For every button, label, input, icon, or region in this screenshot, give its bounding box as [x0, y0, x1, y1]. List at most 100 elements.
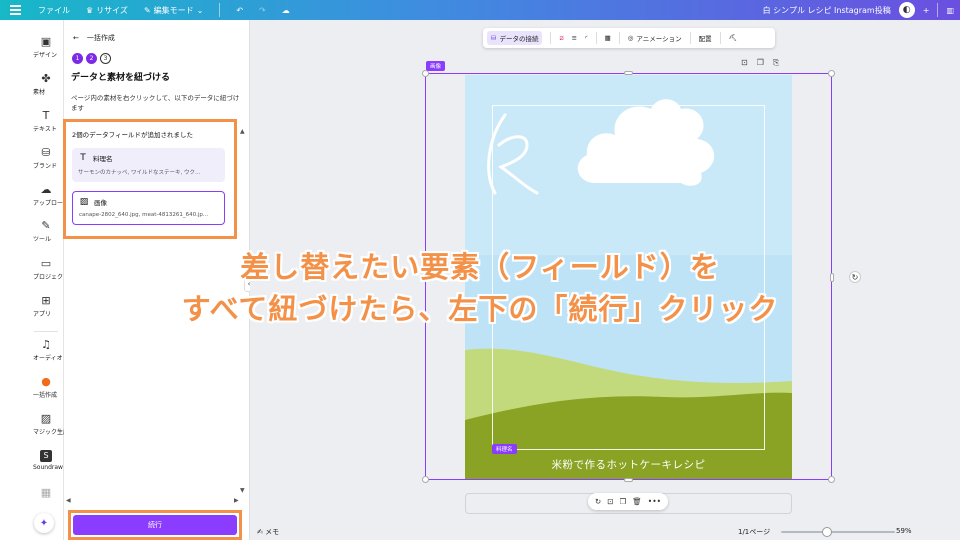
step-3: 3 [100, 53, 111, 64]
design-icon: ▣ [40, 35, 52, 48]
paint-roller-icon: ⛏ [728, 34, 737, 42]
rail-label: オーディオ [33, 355, 63, 362]
upload-icon: ☁ [40, 183, 52, 196]
refresh-icon[interactable]: ↻ [595, 497, 601, 506]
page-count[interactable]: 1/1ページ [738, 527, 770, 537]
rail-item-bulk-create[interactable]: ● 一括作成 [0, 376, 64, 400]
redo-button[interactable]: ↷ [259, 6, 266, 15]
add-collaborator-icon[interactable]: + [923, 6, 930, 15]
text-field-icon: T [80, 153, 86, 163]
bottom-bar: ✍ メモ 1/1ページ 59% [250, 522, 960, 540]
context-toolbar: ⛁ データの接続 ⧄ ≡ ◜ ▦ ◎ アニメーション 配置 ⛏ [483, 28, 775, 48]
rail-label: テキスト [33, 126, 57, 133]
scroll-up-arrow[interactable]: ▲ [240, 128, 245, 135]
resize-handle-tr[interactable] [828, 70, 835, 77]
rail-item-app[interactable]: ▦ [0, 487, 64, 501]
divider [719, 32, 721, 44]
frame-actions: ⊡ ❐ ⎘ [741, 58, 779, 68]
connect-data-button[interactable]: ⛁ データの接続 [487, 31, 543, 45]
copy-style-button[interactable]: ⛏ [729, 34, 737, 42]
magic-media-icon: ▨ [40, 412, 52, 425]
rail-label: 素材 [33, 89, 46, 96]
duplicate-icon[interactable]: ❐ [620, 497, 627, 506]
field-card-dish-name[interactable]: T 料理名 サーモンのカナッペ, ワイルドなステーキ, ウク... [72, 148, 225, 182]
rail-item-text[interactable]: T テキスト [0, 109, 64, 134]
soundraw-icon: S [40, 450, 52, 462]
cloud-save-icon[interactable]: ☁ [282, 6, 290, 15]
lock-icon[interactable]: ⊡ [741, 58, 748, 68]
notes-button[interactable]: ✍ メモ [257, 527, 279, 537]
rail-item-brand[interactable]: ⛁ ブランド [0, 146, 64, 171]
corner-rounding-button[interactable]: ◜ [585, 34, 588, 42]
scroll-down-arrow[interactable]: ▼ [240, 487, 245, 494]
lines-icon: ≡ [571, 34, 578, 42]
field-count-text: 2個のデータフィールドが追加されました [72, 131, 194, 139]
page-tools: ↻ ⊡ ❐ 🗑 ••• [588, 493, 668, 510]
transparency-button[interactable]: ▦ [605, 34, 611, 42]
resize-handle-bottom[interactable] [624, 478, 633, 482]
continue-button[interactable]: 続行 [73, 515, 237, 535]
divider [689, 32, 691, 44]
avatar[interactable]: ◐ [898, 2, 915, 18]
lock-icon[interactable]: ⊡ [607, 497, 613, 506]
scroll-right-arrow[interactable]: ▶ [234, 497, 239, 504]
divider [550, 32, 552, 44]
resize-icon: ♛ [86, 5, 94, 15]
field-card-image[interactable]: ▨ 画像 canape-2802_640.jpg, meat-4813261_64… [72, 191, 225, 225]
corner-icon: ◜ [585, 34, 588, 42]
panel-header: ← 一括作成 [73, 33, 115, 43]
file-menu[interactable]: ファイル [38, 5, 70, 16]
rail-item-soundraw[interactable]: S Soundraw [0, 450, 64, 471]
animate-label: アニメーション [636, 35, 682, 43]
scroll-left-arrow[interactable]: ◀ [66, 497, 71, 504]
rail-divider [34, 331, 58, 332]
image-field-icon: ▨ [79, 197, 89, 207]
animate-button[interactable]: ◎ アニメーション [628, 33, 682, 43]
pencil-icon: ✎ [143, 5, 151, 15]
position-button[interactable]: 配置 [699, 33, 712, 43]
tools-icon: ✎ [41, 219, 51, 232]
resize-handle-br[interactable] [828, 476, 835, 483]
resize-handle-bl[interactable] [422, 476, 429, 483]
duplicate-icon[interactable]: ❐ [757, 58, 764, 68]
back-arrow-icon[interactable]: ← [73, 34, 79, 42]
resize-button[interactable]: ♛ リサイズ [86, 5, 128, 16]
rail-item-elements[interactable]: ✤ 素材 [0, 72, 64, 97]
step-1: 1 [72, 53, 83, 64]
border-color-button[interactable]: ⧄ [559, 34, 563, 43]
trash-icon[interactable]: 🗑 [632, 497, 642, 506]
resize-handle-tl[interactable] [422, 70, 429, 77]
sparkle-icon: ✦ [39, 517, 49, 529]
field-sample: サーモンのカナッペ, ワイルドなステーキ, ウク... [78, 170, 201, 176]
add-page-icon[interactable]: ⎘ [773, 58, 779, 68]
divider [219, 3, 221, 17]
database-icon: ⛁ [491, 34, 497, 42]
field-sample: canape-2802_640.jpg, meat-4813261_640.jp… [79, 212, 209, 218]
undo-button[interactable]: ↶ [236, 6, 243, 15]
document-title[interactable]: 白 シンプル レシピ Instagram投稿 [763, 5, 891, 16]
insights-icon[interactable]: ▥ [946, 6, 954, 15]
zoom-slider-track[interactable] [781, 531, 895, 533]
resize-handle-top[interactable] [624, 71, 633, 75]
menu-icon[interactable] [10, 5, 21, 15]
rail-item-magic-media[interactable]: ▨ マジック生成 [0, 412, 64, 437]
zoom-slider-knob[interactable] [822, 527, 832, 537]
annotation-line-2: すべて紐づけたら、左下の「続行」クリック [181, 292, 779, 326]
border-style-button[interactable]: ≡ [572, 34, 577, 42]
more-icon[interactable]: ••• [648, 497, 661, 506]
zoom-level[interactable]: 59% [896, 527, 912, 535]
rail-item-audio[interactable]: ♫ オーディオ [0, 339, 64, 363]
text-icon: T [42, 109, 50, 122]
app-icon: ▦ [40, 486, 52, 499]
divider [618, 32, 620, 44]
no-color-icon: ⧄ [559, 33, 564, 42]
magic-assistant-button[interactable]: ✦ [34, 513, 54, 533]
edit-mode-dropdown[interactable]: ✎ 編集モード ⌄ [144, 5, 203, 16]
edit-mode-label: 編集モード [153, 5, 194, 15]
rail-item-uploads[interactable]: ☁ アップロード [0, 183, 64, 208]
rail-item-design[interactable]: ▣ デザイン [0, 35, 64, 60]
brand-icon: ⛁ [41, 146, 51, 159]
elements-icon: ✤ [41, 72, 51, 85]
rail-item-tools[interactable]: ✎ ツール [0, 219, 64, 244]
rail-label: アップロード [33, 200, 64, 207]
